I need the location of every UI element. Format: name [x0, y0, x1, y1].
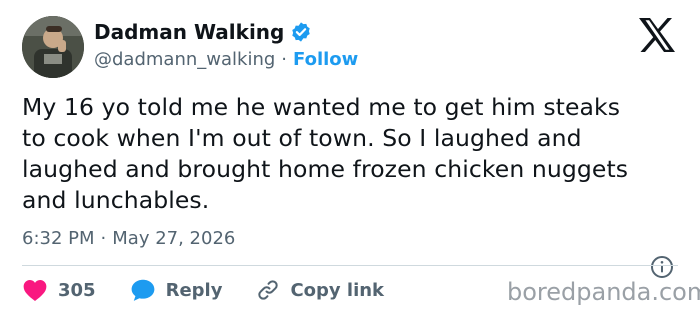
tweet-text: My 16 yo told me he wanted me to get him…	[22, 92, 682, 216]
follow-button[interactable]: Follow	[293, 49, 358, 70]
like-count: 305	[58, 279, 96, 301]
tweet-line: to cook when I'm out of town. So I laugh…	[22, 124, 582, 152]
avatar-photo	[22, 16, 84, 78]
timestamp-separator: ·	[100, 228, 107, 249]
avatar[interactable]	[22, 16, 84, 78]
copy-link-label: Copy link	[290, 279, 385, 301]
reply-label: Reply	[165, 279, 223, 301]
tweet-line: laughed and brought home frozen chicken …	[22, 155, 629, 183]
author-handle[interactable]: @dadmann_walking	[94, 49, 275, 70]
copy-link-button[interactable]: Copy link	[256, 278, 384, 302]
x-logo-icon[interactable]	[637, 17, 677, 53]
reply-button[interactable]: Reply	[130, 278, 223, 302]
tweet-time: 6:32 PM	[22, 228, 95, 249]
author-handle-row: @dadmann_walking · Follow	[94, 49, 358, 70]
tweet-line: My 16 yo told me he wanted me to get him…	[22, 93, 621, 121]
tweet-date: May 27, 2026	[112, 228, 236, 249]
tweet-line: and lunchables.	[22, 186, 210, 214]
handle-separator: ·	[281, 49, 288, 70]
divider	[22, 265, 678, 266]
author-name-row: Dadman Walking	[94, 20, 312, 44]
reply-bubble-icon	[130, 278, 156, 302]
link-icon	[256, 278, 280, 302]
like-button[interactable]: 305	[22, 278, 96, 302]
info-icon[interactable]	[650, 255, 674, 279]
heart-icon	[22, 278, 48, 302]
verified-badge-icon	[290, 21, 312, 43]
tweet-timestamp[interactable]: 6:32 PM · May 27, 2026	[22, 228, 235, 249]
action-bar: 305 Reply Copy link	[22, 275, 418, 305]
author-name[interactable]: Dadman Walking	[94, 20, 284, 44]
watermark: boredpanda.com	[507, 278, 700, 306]
